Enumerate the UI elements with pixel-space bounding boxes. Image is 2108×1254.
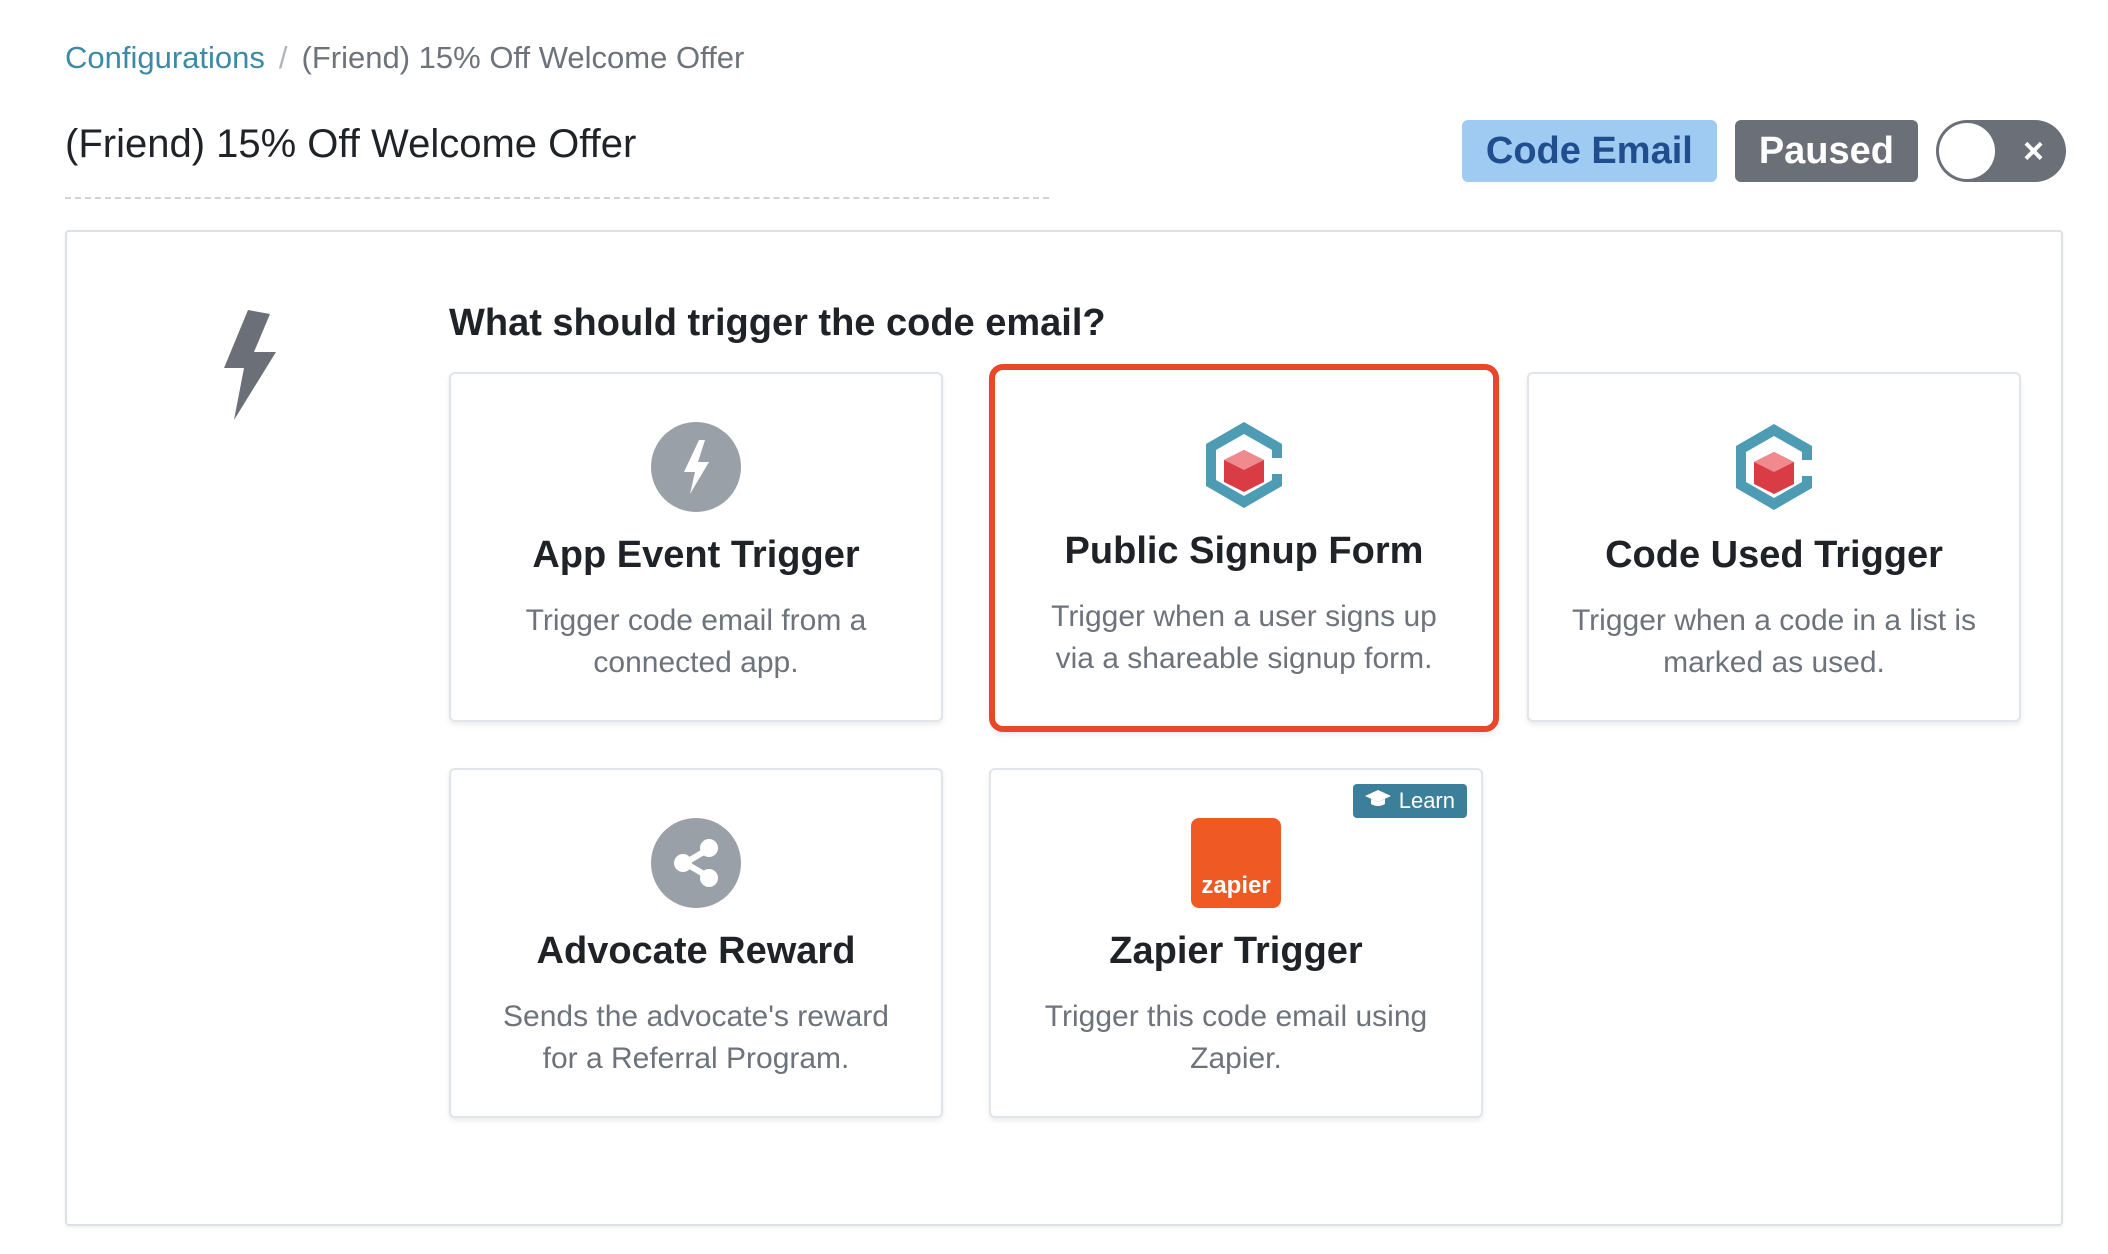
card-desc-line: for a Referral Program. — [542, 1042, 850, 1075]
share-circle-icon — [651, 818, 741, 908]
bolt-icon — [210, 310, 280, 425]
cube-logo-icon — [1729, 422, 1819, 512]
trigger-panel: What should trigger the code email? App … — [65, 230, 2063, 1226]
card-desc-line: Trigger code email from a — [525, 604, 867, 637]
page-title[interactable]: (Friend) 15% Off Welcome Offer — [65, 122, 1049, 199]
status-badge: Paused — [1734, 120, 1918, 182]
card-description: Trigger when a user signs up via a share… — [1025, 596, 1463, 680]
learn-button[interactable]: Learn — [1352, 784, 1467, 818]
card-zapier-trigger[interactable]: Learn zapier Zapier Trigger Trigger this… — [989, 768, 1483, 1118]
graduation-cap-icon — [1364, 788, 1391, 814]
card-desc-line: connected app. — [593, 646, 799, 679]
card-desc-line: Zapier. — [1190, 1042, 1282, 1075]
card-title: App Event Trigger — [532, 534, 860, 576]
card-desc-line: Trigger when a user signs up — [1051, 600, 1437, 633]
toggle-knob — [1939, 123, 1995, 179]
breadcrumb-current: (Friend) 15% Off Welcome Offer — [301, 40, 745, 75]
card-title: Public Signup Form — [1064, 530, 1424, 572]
card-title: Zapier Trigger — [1109, 930, 1363, 972]
card-description: Sends the advocate's reward for a Referr… — [481, 996, 911, 1080]
learn-label: Learn — [1398, 788, 1455, 813]
breadcrumb-link-configurations[interactable]: Configurations — [65, 40, 265, 76]
card-title: Advocate Reward — [536, 930, 856, 972]
zapier-logo-text: zapier — [1201, 872, 1271, 899]
card-desc-line: marked as used. — [1663, 646, 1885, 679]
type-badge: Code Email — [1461, 120, 1717, 182]
card-desc-line: Trigger when a code in a list is — [1571, 604, 1977, 637]
card-title: Code Used Trigger — [1605, 534, 1943, 576]
active-toggle[interactable]: × — [1936, 120, 2066, 182]
close-icon: × — [2022, 130, 2044, 171]
breadcrumb: Configurations / (Friend) 15% Off Welcom… — [65, 40, 744, 76]
header-actions: Code Email Paused × — [1461, 120, 2066, 182]
card-advocate-reward[interactable]: Advocate Reward Sends the advocate's rew… — [449, 768, 943, 1118]
breadcrumb-separator: / — [278, 40, 288, 75]
card-app-event-trigger[interactable]: App Event Trigger Trigger code email fro… — [449, 372, 943, 722]
card-desc-line: Trigger this code email using — [1044, 1000, 1428, 1033]
card-description: Trigger when a code in a list is marked … — [1559, 600, 1989, 684]
card-public-signup-form[interactable]: Public Signup Form Trigger when a user s… — [989, 364, 1499, 732]
cube-logo-icon — [1199, 420, 1289, 510]
bolt-circle-icon — [651, 422, 741, 512]
section-question: What should trigger the code email? — [449, 302, 1106, 344]
zapier-logo-icon: zapier — [1191, 818, 1281, 908]
card-desc-line: via a shareable signup form. — [1055, 642, 1433, 675]
card-desc-line: Sends the advocate's reward — [503, 1000, 889, 1033]
card-description: Trigger code email from a connected app. — [481, 600, 911, 684]
card-description: Trigger this code email using Zapier. — [1021, 996, 1451, 1080]
card-code-used-trigger[interactable]: Code Used Trigger Trigger when a code in… — [1527, 372, 2021, 722]
